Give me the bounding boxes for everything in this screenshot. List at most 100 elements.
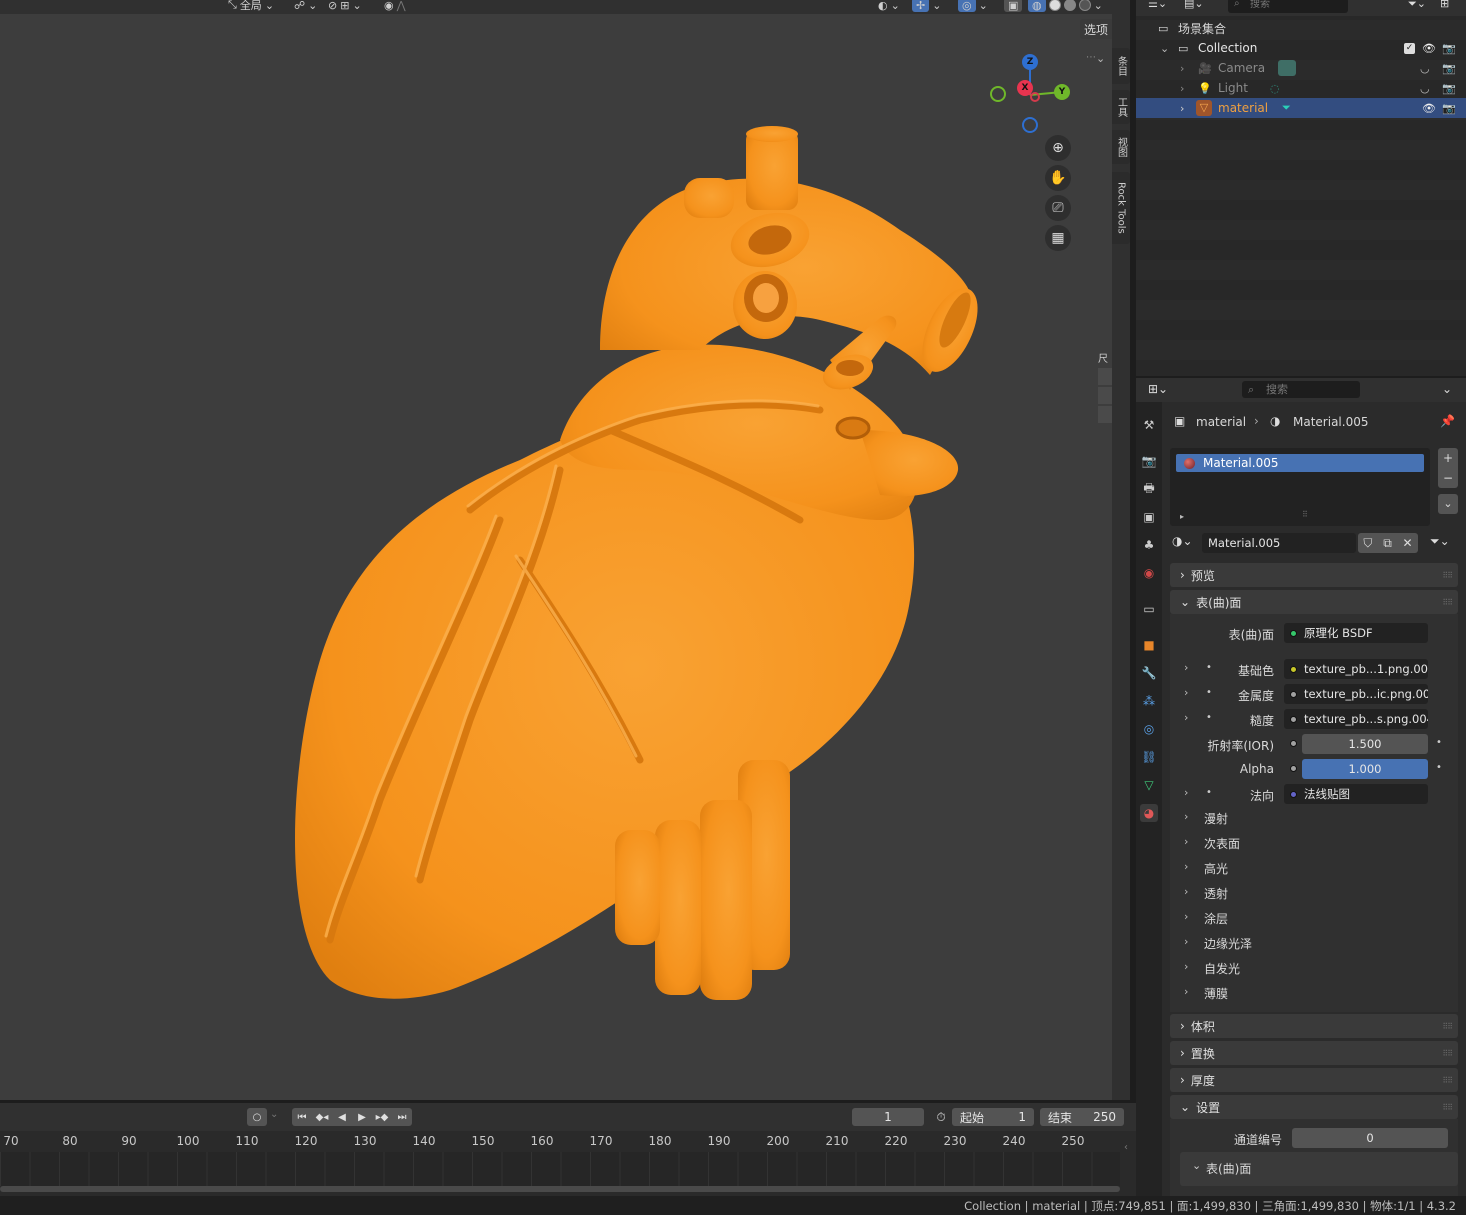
render-camera-icon[interactable]: 📷 [1442,42,1456,55]
axis-neg-y-ball[interactable] [990,86,1006,102]
light-data-icon[interactable]: ◌ [1270,82,1280,95]
panel-surface[interactable]: ⌄ 表(曲)面 ⠿⠿ [1170,590,1458,614]
jump-end-icon[interactable]: ⏭ [392,1108,412,1126]
stopwatch-icon[interactable]: ⏱ [932,1108,950,1126]
proportional-edit-toggle[interactable]: ◉ ⋀ [384,0,406,13]
add-slot-button[interactable]: + [1438,448,1458,468]
world-tab-icon[interactable]: ◉ [1140,564,1158,582]
eye-icon[interactable]: 👁 [1422,42,1436,55]
metallic-field[interactable]: texture_pb...ic.png.004 [1284,684,1428,704]
roughness-field[interactable]: texture_pb...s.png.004 [1284,709,1428,729]
wireframe-shading-icon[interactable]: ◍ [1028,0,1046,12]
filter-icon[interactable]: ⏷⌄ [1408,0,1426,11]
perspective-grid-icon[interactable]: ▦ [1045,225,1071,251]
eye-icon[interactable]: 👁 [1422,102,1436,115]
mesh-data-icon[interactable]: ⏷ [1282,101,1291,115]
3d-viewport[interactable] [0,0,1112,1100]
timeline-tracks[interactable] [0,1152,1120,1186]
constraints-tab-icon[interactable]: ⛓ [1140,748,1158,766]
drag-grip-icon[interactable]: ⠿⠿ [1442,1049,1453,1058]
scene-tab-icon[interactable]: ♣ [1140,536,1158,554]
camera-data-icon[interactable] [1278,60,1296,76]
link-data-dropdown-icon[interactable]: ⏷⌄ [1430,534,1450,549]
fake-user-shield-icon[interactable]: ⛉ [1363,536,1372,551]
drag-grip-icon[interactable]: ⠿⠿ [1442,1022,1453,1031]
chevron-down-icon[interactable]: ⌄ [1442,382,1452,396]
jump-prev-keyframe-icon[interactable]: ◆◂ [312,1108,332,1126]
list-resize-grip-icon[interactable]: ⠿ [1302,510,1308,519]
properties-search-input[interactable]: ⌕ 搜索 [1242,381,1360,398]
zoom-icon[interactable]: ⊕ [1045,135,1071,161]
object-tab-icon[interactable]: ■ [1140,636,1158,654]
end-frame-field[interactable]: 结束 250 [1040,1108,1124,1126]
expand-chevron-icon[interactable]: › [1180,82,1184,95]
expand-chevron-icon[interactable]: › [1180,102,1184,115]
collapsed-panel-tab[interactable] [1098,387,1112,404]
timeline-sidebar-arrow-icon[interactable]: ‹ [1124,1142,1128,1153]
pin-icon[interactable]: 📌 [1440,414,1455,428]
render-camera-icon[interactable]: 📷 [1442,102,1456,115]
breadcrumb-object[interactable]: material [1196,415,1246,429]
tab-view[interactable]: 视图 [1112,130,1130,164]
expand-list-icon[interactable]: ▸ [1180,512,1184,521]
axis-y-ball[interactable]: Y [1054,84,1070,100]
exclude-checkbox-icon[interactable]: ✓ [1404,42,1415,54]
panel-settings[interactable]: ⌄ 设置 ⠿⠿ [1170,1095,1458,1119]
panel-preview[interactable]: › 预览 ⠿⠿ [1170,563,1458,587]
tab-rock-tools[interactable]: Rock Tools [1112,172,1130,244]
new-collection-icon[interactable]: ⊞ [1440,0,1449,10]
material-slot-item[interactable]: Material.005 [1176,454,1424,472]
normal-field[interactable]: 法线贴图 [1284,784,1428,804]
material-shading-icon[interactable] [1063,0,1076,11]
breadcrumb-material[interactable]: Material.005 [1293,415,1368,429]
panel-displacement[interactable]: › 置换 ⠿⠿ [1170,1041,1458,1065]
render-camera-icon[interactable]: 📷 [1442,62,1456,75]
camera-view-icon[interactable]: ⎚ [1045,195,1071,221]
subpanel-emission[interactable]: › 自发光 [1170,957,1458,979]
mesh-data-tab-icon[interactable]: ▽ [1140,776,1158,794]
outliner-search-input[interactable]: ⌕ 搜索 [1228,0,1348,13]
drag-grip-icon[interactable]: ⠿⠿ [1442,571,1453,580]
modifier-wrench-icon[interactable]: 🔧 [1140,664,1158,682]
transform-orientation-dropdown[interactable]: ⤡ 全局 ⌄ [228,0,274,13]
expand-chevron-icon[interactable]: › [1180,62,1184,75]
shading-modes[interactable]: ◍ ⌄ [1028,0,1103,13]
ior-slider[interactable]: 1.500 [1302,734,1428,754]
base-color-field[interactable]: texture_pb...1.png.004 [1284,659,1428,679]
view-layer-tab-icon[interactable]: ▣ [1140,508,1158,526]
material-name-field[interactable]: Material.005 [1202,533,1356,553]
subpanel-specular[interactable]: › 高光 [1170,857,1458,879]
outliner-row-light[interactable]: › 💡 Light ◌ ◡ 📷 [1136,78,1466,98]
tab-tool[interactable]: 工具 [1112,90,1130,124]
xray-toggle[interactable]: ▣ [1004,0,1023,13]
subpanel-sheen[interactable]: › 边缘光泽 [1170,932,1458,954]
output-tab-icon[interactable]: 🖶 [1140,480,1158,498]
axis-neg-x-ball[interactable] [1030,92,1040,102]
keying-icon[interactable]: ○ [247,1108,267,1126]
physics-tab-icon[interactable]: ◎ [1140,720,1158,738]
expand-chevron-icon[interactable]: ⌄ [1160,42,1169,55]
float-socket-icon[interactable] [1290,765,1297,772]
snap-dropdown[interactable]: ⊘ ⊞ ⌄ [328,0,362,13]
collapsed-panel-tab[interactable] [1098,368,1112,385]
outliner-row-camera[interactable]: › 🎥 Camera ◡ 📷 [1136,58,1466,78]
play-reverse-icon[interactable]: ◀ [332,1108,352,1126]
subpanel-transmission[interactable]: › 透射 [1170,882,1458,904]
browse-material-icon[interactable]: ◑⌄ [1172,534,1193,548]
panel-grip-icon[interactable]: ⋯ [1086,52,1096,63]
object-visibility-dropdown[interactable]: ◐ ⌄ [878,0,900,13]
axis-neg-z-ball[interactable] [1022,117,1038,133]
slot-specials-menu-icon[interactable]: ⌄ [1438,494,1458,514]
eye-closed-icon[interactable]: ◡ [1420,62,1430,75]
duplicate-material-icon[interactable]: ⧉ [1383,536,1392,551]
axis-z-ball[interactable]: Z [1022,54,1038,70]
view-layer-filter-icon[interactable]: ▤⌄ [1184,0,1204,10]
drag-grip-icon[interactable]: ⠿⠿ [1442,1076,1453,1085]
play-icon[interactable]: ▶ [352,1108,372,1126]
surface-shader-field[interactable]: 原理化 BSDF [1284,623,1428,643]
render-tab-icon[interactable]: 📷 [1140,452,1158,470]
drag-grip-icon[interactable]: ⠿⠿ [1442,598,1453,607]
remove-slot-button[interactable]: − [1438,468,1458,488]
rendered-shading-icon[interactable] [1078,0,1091,11]
outliner-row-scene-collection[interactable]: ▭ 场景集合 [1136,18,1466,38]
